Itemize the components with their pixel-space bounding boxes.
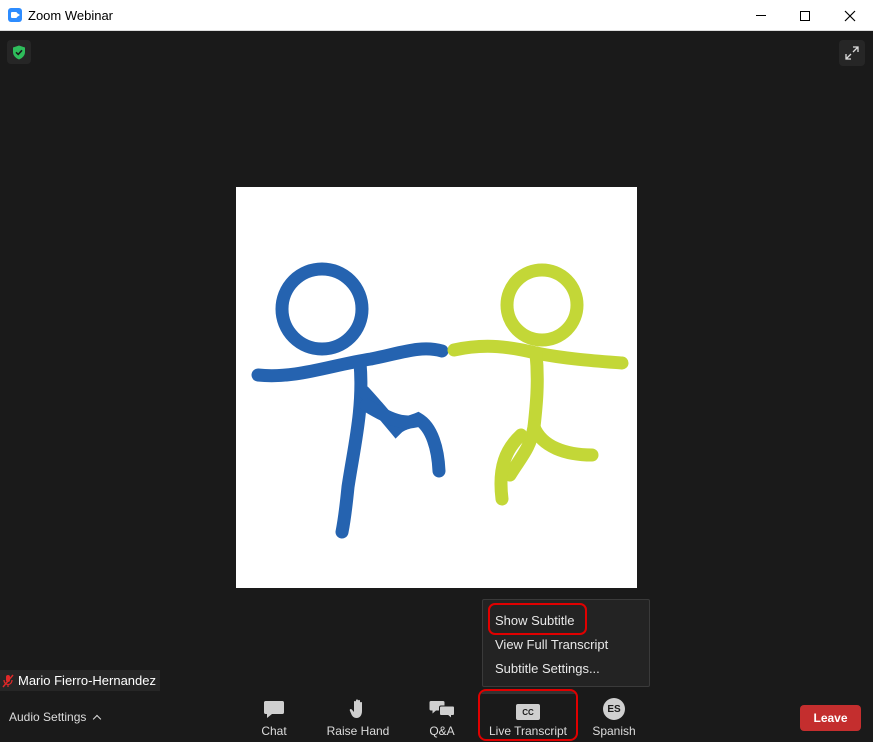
chat-icon <box>264 701 284 718</box>
audio-settings-label: Audio Settings <box>9 710 87 724</box>
participant-name-label: Mario Fierro-Hernandez <box>0 670 160 691</box>
language-spanish-button[interactable]: ES Spanish <box>588 694 640 742</box>
close-button[interactable] <box>827 0 873 31</box>
fullscreen-button[interactable] <box>839 40 865 66</box>
maximize-icon <box>800 10 810 21</box>
zoom-app-icon <box>8 8 22 22</box>
raise-hand-button[interactable]: Raise Hand <box>324 694 392 742</box>
minimize-button[interactable] <box>738 0 784 31</box>
qa-button[interactable]: Q&A <box>424 694 460 742</box>
menu-item-view-full-transcript[interactable]: View Full Transcript <box>495 637 608 652</box>
security-shield-button[interactable] <box>7 40 31 64</box>
raise-hand-icon <box>349 699 362 718</box>
minimize-icon <box>756 15 766 16</box>
raise-hand-label: Raise Hand <box>326 724 390 738</box>
show-subtitle-highlight <box>488 603 587 635</box>
meeting-toolbar: Audio Settings Chat Raise Hand Q&A CC Li… <box>0 694 873 742</box>
close-icon <box>844 10 856 21</box>
mic-muted-icon <box>2 674 14 687</box>
leave-button[interactable]: Leave <box>800 705 861 731</box>
qa-label: Q&A <box>429 724 455 738</box>
maximize-button[interactable] <box>782 0 828 31</box>
expand-icon <box>845 46 859 60</box>
qa-icon <box>429 701 455 720</box>
live-transcript-highlight <box>478 689 578 741</box>
video-frame <box>236 187 637 588</box>
menu-item-subtitle-settings[interactable]: Subtitle Settings... <box>495 661 600 676</box>
dancing-figures-logo <box>251 262 629 539</box>
language-icon: ES <box>603 698 625 720</box>
caret-up-icon <box>93 714 102 723</box>
audio-settings-button[interactable]: Audio Settings <box>9 710 102 724</box>
spanish-label: Spanish <box>592 724 636 738</box>
participant-name: Mario Fierro-Hernandez <box>18 673 156 688</box>
shield-icon <box>13 45 25 59</box>
chat-button[interactable]: Chat <box>254 694 294 742</box>
window-title: Zoom Webinar <box>28 8 114 23</box>
title-bar: Zoom Webinar <box>0 0 873 31</box>
chat-label: Chat <box>261 724 287 738</box>
